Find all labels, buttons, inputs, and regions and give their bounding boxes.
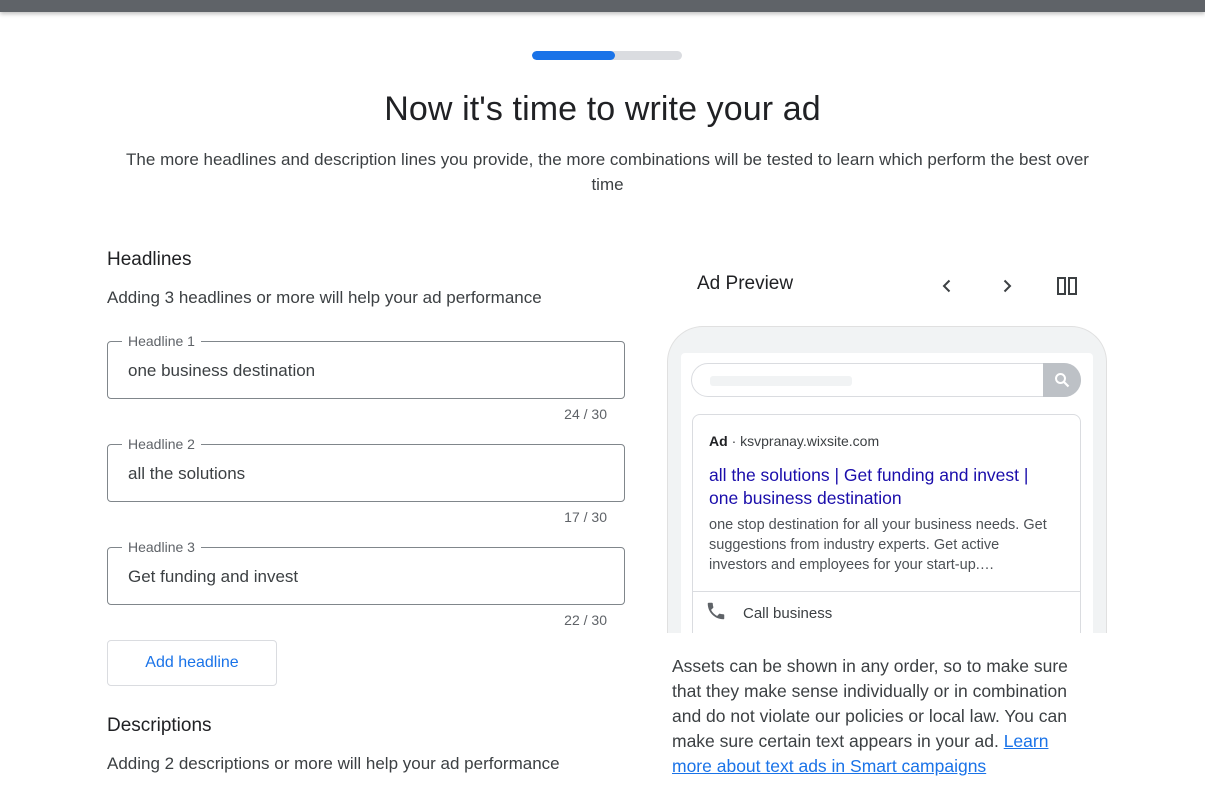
headline-1-field[interactable]: Headline 1 one business destination — [107, 332, 625, 399]
search-icon — [1043, 363, 1081, 397]
chevron-right-icon[interactable] — [992, 271, 1022, 301]
ad-headline-link[interactable]: all the solutions | Get funding and inve… — [709, 464, 1059, 510]
ad-domain: ksvpranay.wixsite.com — [740, 433, 880, 449]
ad-meta: Ad · ksvpranay.wixsite.com — [709, 433, 879, 449]
split-view-icon[interactable] — [1052, 271, 1082, 301]
headlines-hint: Adding 3 headlines or more will help you… — [107, 288, 542, 307]
call-business-label: Call business — [743, 604, 833, 622]
headline-2-value[interactable]: all the solutions — [128, 464, 245, 484]
phone-icon — [705, 600, 727, 627]
ad-preview-title: Ad Preview — [697, 273, 794, 294]
headline-2-field[interactable]: Headline 2 all the solutions — [107, 435, 625, 502]
headline-1-value[interactable]: one business destination — [128, 361, 315, 381]
add-headline-button[interactable]: Add headline — [107, 640, 277, 686]
chevron-left-icon[interactable] — [932, 271, 962, 301]
headline-2-counter: 17 / 30 — [564, 509, 607, 525]
ad-card: Ad · ksvpranay.wixsite.com all the solut… — [692, 414, 1081, 633]
descriptions-heading: Descriptions — [107, 715, 212, 736]
mock-search-bar — [691, 363, 1081, 397]
headline-1-label: Headline 1 — [122, 332, 201, 350]
headline-2-label: Headline 2 — [122, 435, 201, 453]
progress-bar-fill — [532, 51, 615, 60]
call-business-row[interactable]: Call business — [705, 601, 832, 625]
ad-divider — [693, 591, 1080, 592]
headline-3-field[interactable]: Headline 3 Get funding and invest — [107, 538, 625, 605]
page-title: Now it's time to write your ad — [384, 90, 821, 128]
headline-3-label: Headline 3 — [122, 538, 201, 556]
phone-mockup: Ad · ksvpranay.wixsite.com all the solut… — [667, 326, 1107, 633]
phone-screen: Ad · ksvpranay.wixsite.com all the solut… — [681, 353, 1093, 633]
preview-note: Assets can be shown in any order, so to … — [672, 654, 1092, 779]
progress-bar — [532, 51, 682, 60]
ad-label: Ad — [709, 433, 728, 449]
ad-description: one stop destination for all your busine… — [709, 517, 1047, 573]
headline-1-counter: 24 / 30 — [564, 406, 607, 422]
headlines-heading: Headlines — [107, 249, 192, 270]
descriptions-hint: Adding 2 descriptions or more will help … — [107, 754, 560, 773]
top-bar — [0, 0, 1205, 12]
headline-3-value[interactable]: Get funding and invest — [128, 567, 298, 587]
headline-3-counter: 22 / 30 — [564, 612, 607, 628]
ad-separator: · — [731, 433, 737, 449]
page-subtitle: The more headlines and description lines… — [126, 150, 1089, 194]
search-placeholder — [710, 376, 852, 386]
